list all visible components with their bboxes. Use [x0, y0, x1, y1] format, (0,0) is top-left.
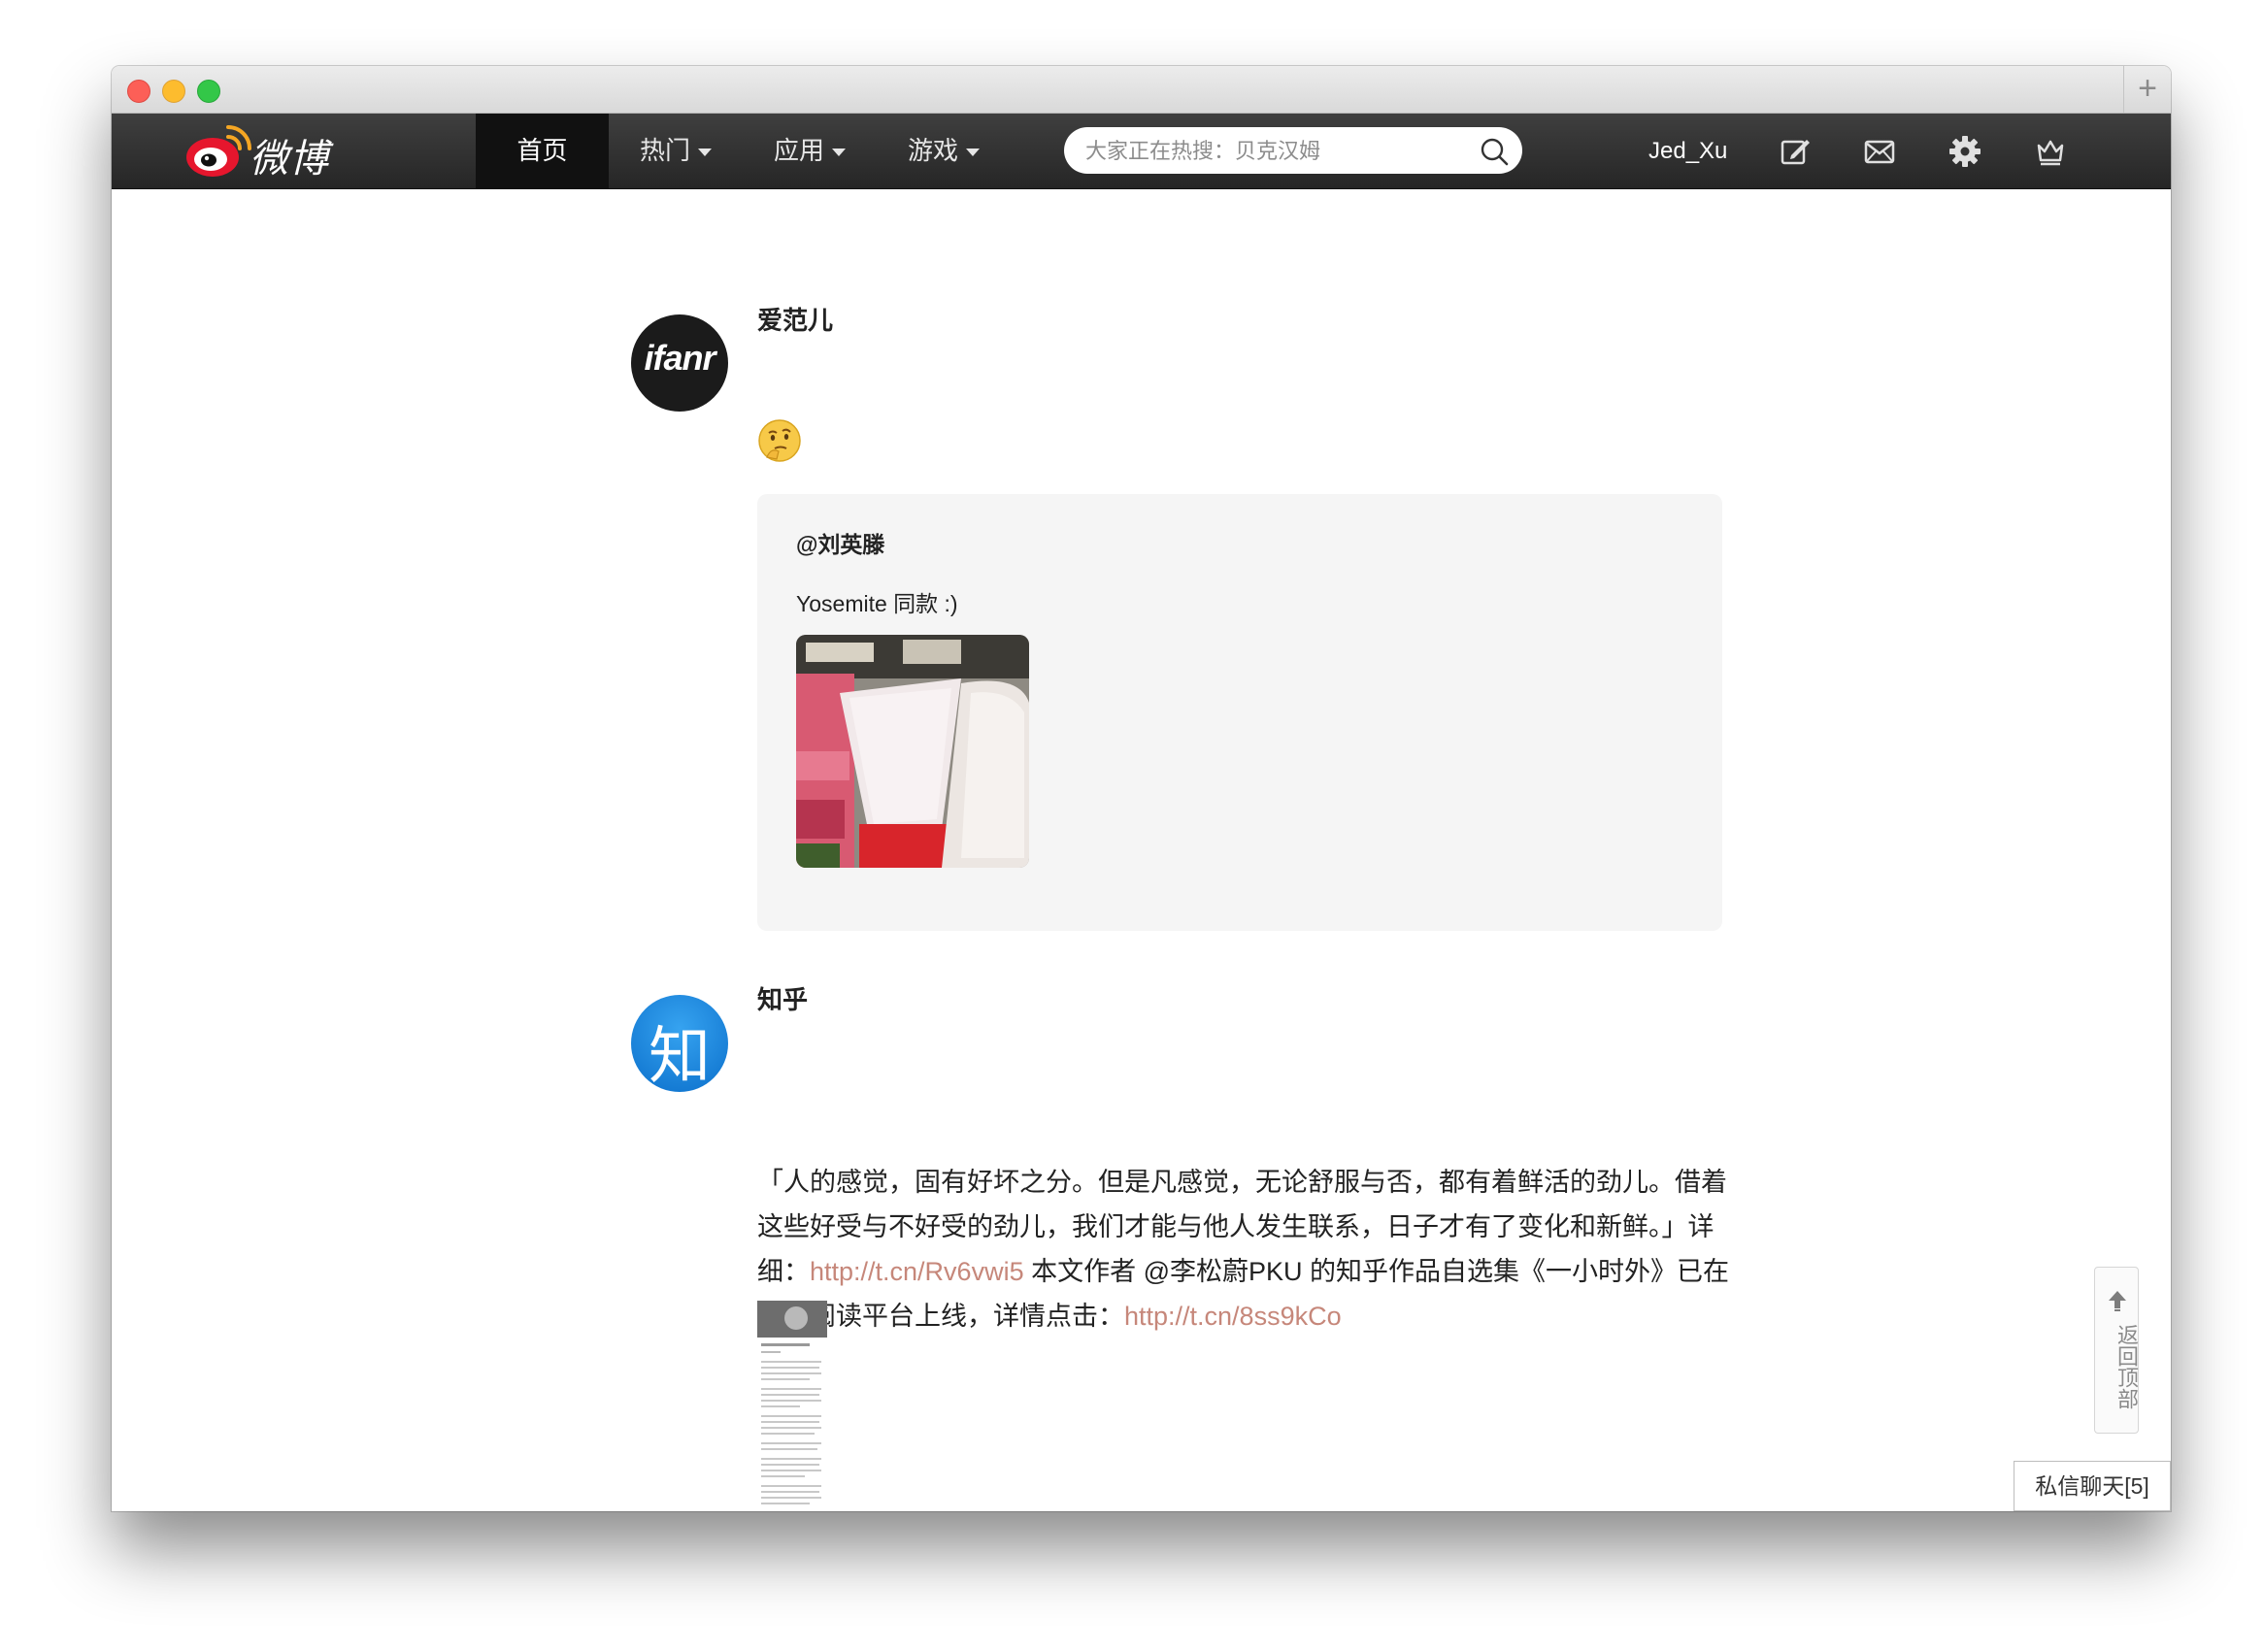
- chevron-down-icon: [698, 149, 712, 157]
- arrow-up-icon: [2109, 1291, 2126, 1311]
- repost-text: Yosemite 同款 :): [796, 591, 958, 616]
- nav-hot-label: 热门: [639, 136, 690, 165]
- weibo-logo-text: 微博: [250, 137, 329, 182]
- top-navbar: 微博 首页 热门 应用 游戏 Jed_Xu: [112, 114, 2171, 189]
- avatar-logo-text: 知: [649, 1021, 711, 1092]
- avatar-logo-text: ifanr: [644, 338, 716, 378]
- nav-apps[interactable]: 应用: [743, 114, 877, 188]
- repost-user-link[interactable]: @刘英滕: [796, 526, 884, 559]
- close-window-button[interactable]: [127, 80, 150, 103]
- feed: ifanr 爱范儿 @刘英滕 Yosemite 同款 :) 知 知乎 「人的感觉…: [112, 189, 2171, 1511]
- nav-apps-label: 应用: [773, 136, 824, 165]
- avatar[interactable]: ifanr: [631, 314, 728, 412]
- search-box: [1064, 127, 1522, 176]
- gear-icon[interactable]: [1948, 134, 1982, 169]
- chevron-down-icon: [832, 149, 846, 157]
- nav-games-label: 游戏: [907, 136, 958, 165]
- avatar[interactable]: 知: [631, 995, 728, 1092]
- post-text: 「人的感觉，固有好坏之分。但是凡感觉，无论舒服与否，都有着鲜活的劲儿。借着这些好…: [757, 1160, 1738, 1338]
- post-photo[interactable]: [796, 635, 1029, 868]
- title-bar: +: [112, 66, 2171, 114]
- back-to-top-button[interactable]: 返回顶部: [2094, 1267, 2139, 1434]
- nav-games[interactable]: 游戏: [877, 114, 1011, 188]
- crown-icon[interactable]: [2033, 134, 2068, 169]
- minimize-window-button[interactable]: [162, 80, 185, 103]
- search-input[interactable]: [1083, 127, 1466, 176]
- username-link[interactable]: Jed_Xu: [1648, 114, 1727, 188]
- repost-card: @刘英滕 Yosemite 同款 :): [757, 494, 1722, 931]
- article-thumbnail[interactable]: [757, 1301, 827, 1511]
- browser-window: + 微博 首页 热门 应用 游戏 大家正在热搜：贝克汉姆 Jed_Xu ifan…: [112, 66, 2171, 1511]
- nav-hot[interactable]: 热门: [609, 114, 743, 188]
- back-to-top-label: 返回顶部: [2114, 1324, 2139, 1409]
- thinking-face-icon: [758, 419, 801, 462]
- chevron-down-icon: [966, 149, 980, 157]
- post-author[interactable]: 知乎: [757, 980, 808, 1016]
- post-link[interactable]: http://t.cn/8ss9kCo: [1124, 1302, 1342, 1331]
- zoom-window-button[interactable]: [197, 80, 220, 103]
- plus-icon[interactable]: +: [2123, 66, 2171, 113]
- post-author[interactable]: 爱范儿: [757, 301, 833, 337]
- compose-icon[interactable]: [1778, 134, 1813, 169]
- search-icon[interactable]: [1480, 137, 1509, 166]
- mail-icon[interactable]: [1862, 134, 1897, 169]
- private-chat-button[interactable]: 私信聊天[5]: [2014, 1461, 2171, 1511]
- nav-home-label: 首页: [516, 136, 568, 165]
- nav-home[interactable]: 首页: [476, 114, 609, 188]
- post-link[interactable]: http://t.cn/Rv6vwi5: [810, 1257, 1024, 1286]
